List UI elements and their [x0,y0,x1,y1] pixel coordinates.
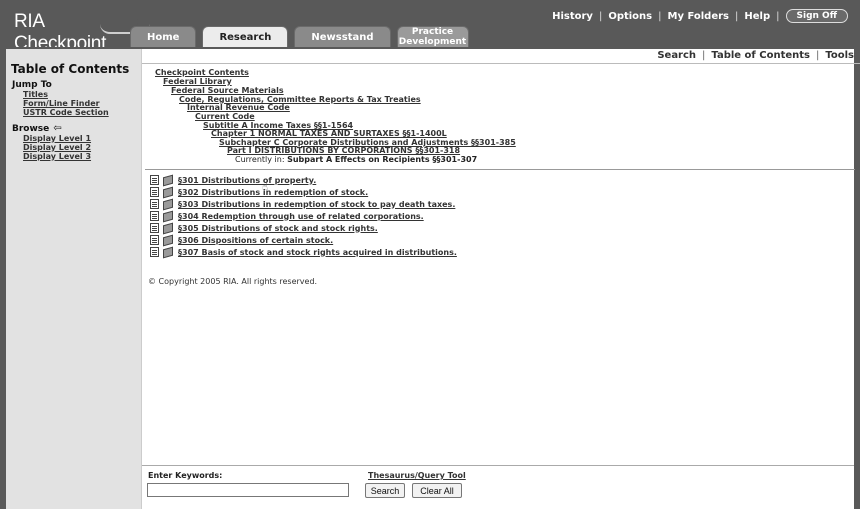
breadcrumb-item[interactable]: Part I DISTRIBUTIONS BY CORPORATIONS §§3… [227,146,460,155]
sidebar-link-ustr-code-section[interactable]: USTR Code Section [23,108,109,117]
book-icon[interactable] [162,223,173,233]
separator: | [816,50,820,61]
secondary-nav: Search | Table of Contents | Tools [657,50,854,61]
sidebar-link-form-line-finder[interactable]: Form/Line Finder [23,99,100,108]
current-prefix: Currently in: [235,155,285,164]
list-item: §305 Distributions of stock and stock ri… [150,223,378,233]
list-item: §306 Dispositions of certain stock. [150,235,333,245]
section-link[interactable]: §305 Distributions of stock and stock ri… [178,224,378,233]
help-link[interactable]: Help [744,11,770,22]
main-tabs: Home Research Newsstand Practice Develop… [130,26,475,48]
book-icon[interactable] [162,175,173,185]
clear-all-button[interactable]: Clear All [412,483,462,498]
content-divider [145,169,855,170]
list-item: §307 Basis of stock and stock rights acq… [150,247,457,257]
sidebar-link-titles[interactable]: Titles [23,90,48,99]
search-divider [142,465,854,466]
book-icon[interactable] [162,247,173,257]
secnav-search[interactable]: Search [657,50,696,61]
sign-off-button[interactable]: Sign Off [785,9,848,23]
secnav-tools[interactable]: Tools [825,50,854,61]
document-icon[interactable] [150,247,159,257]
secondary-divider [142,63,860,64]
keywords-label: Enter Keywords: [148,471,223,480]
book-icon[interactable] [162,187,173,197]
separator: | [702,50,706,61]
jump-to-heading: Jump To [12,80,52,90]
document-icon[interactable] [150,187,159,197]
current-value: Subpart A Effects on Recipients §§301-30… [287,155,478,164]
book-icon[interactable] [162,235,173,245]
separator: | [776,10,780,22]
list-item: §301 Distributions of property. [150,175,316,185]
options-link[interactable]: Options [608,11,652,22]
sidebar-link-display-level-3[interactable]: Display Level 3 [23,152,91,161]
sidebar-link-display-level-2[interactable]: Display Level 2 [23,143,91,152]
tab-label-line2: Development [398,37,467,47]
separator: | [658,10,662,22]
breadcrumb-item[interactable]: Federal Library [163,77,232,86]
section-link[interactable]: §302 Distributions in redemption of stoc… [178,188,368,197]
mouse-cursor-icon: ☝ [262,182,269,193]
breadcrumb-item[interactable]: Checkpoint Contents [155,68,249,77]
frame-right-edge [854,49,860,509]
separator: | [598,10,603,22]
tab-newsstand[interactable]: Newsstand [294,26,391,47]
section-link[interactable]: §301 Distributions of property. [178,176,316,185]
thesaurus-link[interactable]: Thesaurus/Query Tool [368,471,466,480]
browse-label: Browse [12,124,50,134]
breadcrumb-item[interactable]: Chapter 1 NORMAL TAXES AND SURTAXES §§1-… [211,129,447,138]
document-icon[interactable] [150,235,159,245]
section-link[interactable]: §304 Redemption through use of related c… [178,212,424,221]
secnav-table-of-contents[interactable]: Table of Contents [711,50,810,61]
section-link[interactable]: §307 Basis of stock and stock rights acq… [178,248,457,257]
my-folders-link[interactable]: My Folders [668,11,730,22]
document-icon[interactable] [150,199,159,209]
book-icon[interactable] [162,211,173,221]
breadcrumb-item[interactable]: Federal Source Materials [171,86,284,95]
section-link[interactable]: §306 Dispositions of certain stock. [178,236,333,245]
tab-label-line1: Practice [411,27,454,37]
list-item: §304 Redemption through use of related c… [150,211,424,221]
history-link[interactable]: History [552,11,593,22]
separator: | [735,10,739,22]
document-icon[interactable] [150,175,159,185]
list-item: §302 Distributions in redemption of stoc… [150,187,368,197]
back-arrow-icon[interactable]: ⇦ [53,123,61,134]
keywords-input[interactable] [147,483,349,497]
breadcrumb-item[interactable]: Internal Revenue Code [187,103,290,112]
document-icon[interactable] [150,211,159,221]
sidebar: Table of Contents Jump To Titles Form/Li… [6,49,142,509]
breadcrumb-item[interactable]: Current Code [195,112,255,121]
browse-heading: Browse ⇦ [12,123,62,134]
book-icon[interactable] [162,199,173,209]
document-icon[interactable] [150,223,159,233]
list-item: §303 Distributions in redemption of stoc… [150,199,455,209]
tab-home[interactable]: Home [130,26,197,47]
search-button[interactable]: Search [365,483,405,498]
copyright: © Copyright 2005 RIA. All rights reserve… [148,277,318,286]
sidebar-link-display-level-1[interactable]: Display Level 1 [23,134,91,143]
section-link[interactable]: §303 Distributions in redemption of stoc… [178,200,455,209]
tab-research[interactable]: Research [202,26,289,48]
sidebar-title: Table of Contents [11,62,130,76]
tab-practice-development[interactable]: Practice Development [396,26,469,47]
utility-nav: History | Options | My Folders | Help | … [552,9,848,23]
current-location: Currently in: Subpart A Effects on Recip… [235,155,477,164]
